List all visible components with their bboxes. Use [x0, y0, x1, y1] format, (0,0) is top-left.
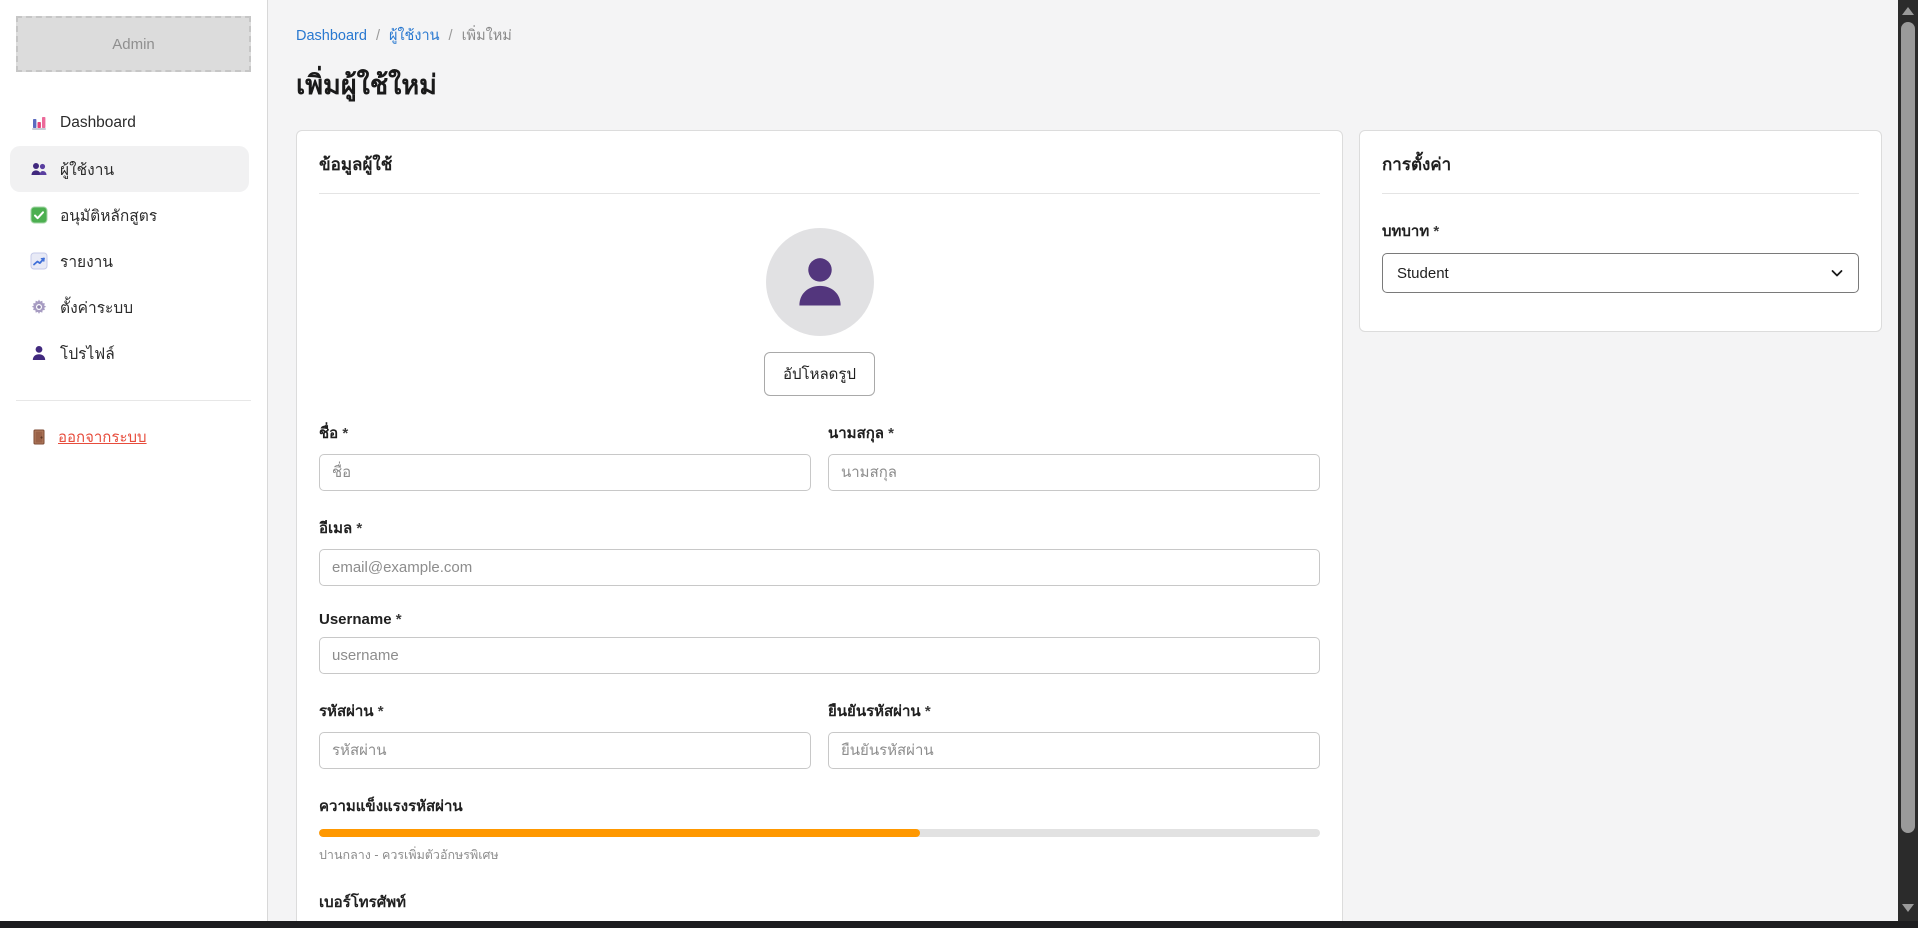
logout-label: ออกจากระบบ: [58, 425, 147, 449]
first-name-field-group: ชื่อ *: [319, 421, 811, 491]
first-name-input[interactable]: [319, 454, 811, 491]
users-icon: [30, 160, 48, 178]
sidebar-item-label: Dashboard: [60, 114, 136, 132]
breadcrumb-separator: /: [449, 28, 453, 44]
password-strength-label: ความแข็งแรงรหัสผ่าน: [319, 794, 1320, 818]
chevron-down-icon: [1830, 266, 1844, 280]
bar-chart-icon: [30, 114, 48, 132]
scrollbar-thumb[interactable]: [1901, 22, 1915, 833]
avatar: [766, 228, 874, 336]
username-field-group: Username *: [319, 611, 1320, 674]
sidebar-item-reports[interactable]: รายงาน: [10, 238, 249, 284]
avatar-section: อัปโหลดรูป: [319, 228, 1320, 396]
breadcrumb-separator: /: [376, 28, 380, 44]
confirm-password-label: ยืนยันรหัสผ่าน *: [828, 699, 1320, 723]
sidebar-item-dashboard[interactable]: Dashboard: [10, 100, 249, 146]
breadcrumb-users[interactable]: ผู้ใช้งาน: [389, 24, 440, 47]
email-input[interactable]: [319, 549, 1320, 586]
password-strength-section: ความแข็งแรงรหัสผ่าน ปานกลาง - ควรเพิ่มตั…: [319, 794, 1320, 865]
sidebar-item-users[interactable]: ผู้ใช้งาน: [10, 146, 249, 192]
sidebar-item-label: ผู้ใช้งาน: [60, 157, 114, 182]
main-content: Dashboard / ผู้ใช้งาน / เพิ่มใหม่ เพิ่มผ…: [268, 0, 1898, 928]
upload-photo-button[interactable]: อัปโหลดรูป: [764, 352, 875, 396]
app-window: Admin Dashboard ผู้ใช้งาน อนุมัติหลักสูต…: [0, 0, 1918, 928]
sidebar: Admin Dashboard ผู้ใช้งาน อนุมัติหลักสูต…: [0, 0, 268, 928]
password-strength-track: [319, 829, 1320, 837]
username-label: Username *: [319, 611, 1320, 628]
sidebar-item-approve-courses[interactable]: อนุมัติหลักสูตร: [10, 192, 249, 238]
confirm-password-input[interactable]: [828, 732, 1320, 769]
breadcrumb: Dashboard / ผู้ใช้งาน / เพิ่มใหม่: [296, 24, 1882, 47]
username-row: Username *: [319, 611, 1320, 674]
settings-card: การตั้งค่า บทบาท * Student: [1359, 130, 1882, 332]
card-title-divider: [319, 193, 1320, 194]
last-name-field-group: นามสกุล *: [828, 421, 1320, 491]
role-field-group: บทบาท * Student: [1382, 219, 1859, 293]
confirm-password-field-group: ยืนยันรหัสผ่าน *: [828, 699, 1320, 769]
settings-title: การตั้งค่า: [1382, 151, 1859, 178]
breadcrumb-dashboard[interactable]: Dashboard: [296, 28, 367, 44]
username-input[interactable]: [319, 637, 1320, 674]
password-label: รหัสผ่าน *: [319, 699, 811, 723]
content-row: ข้อมูลผู้ใช้ อัปโหลดรูป ชื่อ *: [296, 130, 1882, 928]
settings-title-divider: [1382, 193, 1859, 194]
sidebar-item-label: ตั้งค่าระบบ: [60, 295, 133, 320]
role-select[interactable]: Student: [1382, 253, 1859, 293]
name-row: ชื่อ * นามสกุล *: [319, 421, 1320, 491]
password-input[interactable]: [319, 732, 811, 769]
vertical-scrollbar[interactable]: [1898, 0, 1918, 928]
sidebar-item-label: อนุมัติหลักสูตร: [60, 203, 157, 228]
scrollbar-up-arrow-icon[interactable]: [1902, 7, 1914, 15]
password-strength-fill: [319, 829, 920, 837]
sidebar-item-label: รายงาน: [60, 249, 113, 274]
sidebar-item-label: โปรไฟล์: [60, 341, 115, 366]
window-bottom-edge: [0, 921, 1918, 928]
breadcrumb-current: เพิ่มใหม่: [462, 24, 512, 47]
user-info-card: ข้อมูลผู้ใช้ อัปโหลดรูป ชื่อ *: [296, 130, 1343, 928]
person-icon: [30, 344, 48, 362]
door-icon: [30, 428, 48, 446]
last-name-label: นามสกุล *: [828, 421, 1320, 445]
password-field-group: รหัสผ่าน *: [319, 699, 811, 769]
sidebar-nav: Dashboard ผู้ใช้งาน อนุมัติหลักสูตร รายง…: [0, 100, 267, 376]
role-label: บทบาท *: [1382, 219, 1859, 243]
logout-link[interactable]: ออกจากระบบ: [0, 425, 267, 449]
password-strength-hint: ปานกลาง - ควรเพิ่มตัวอักษรพิเศษ: [319, 845, 1320, 865]
email-row: อีเมล *: [319, 516, 1320, 586]
email-label: อีเมล *: [319, 516, 1320, 540]
card-title: ข้อมูลผู้ใช้: [319, 151, 1320, 178]
sidebar-item-system-settings[interactable]: ตั้งค่าระบบ: [10, 284, 249, 330]
role-selected-value: Student: [1397, 265, 1449, 282]
first-name-label: ชื่อ *: [319, 421, 811, 445]
avatar-person-icon: [788, 250, 852, 314]
brand-logo: Admin: [16, 16, 251, 72]
scrollbar-down-arrow-icon[interactable]: [1902, 904, 1914, 912]
page-title: เพิ่มผู้ใช้ใหม่: [296, 63, 1882, 106]
check-icon: [30, 206, 48, 224]
last-name-input[interactable]: [828, 454, 1320, 491]
gear-icon: [30, 298, 48, 316]
brand-label: Admin: [112, 36, 155, 53]
sidebar-divider: [16, 400, 251, 401]
phone-label: เบอร์โทรศัพท์: [319, 890, 1320, 914]
password-row: รหัสผ่าน * ยืนยันรหัสผ่าน *: [319, 699, 1320, 769]
trend-chart-icon: [30, 252, 48, 270]
email-field-group: อีเมล *: [319, 516, 1320, 586]
sidebar-item-profile[interactable]: โปรไฟล์: [10, 330, 249, 376]
role-row: บทบาท * Student: [1382, 219, 1859, 293]
